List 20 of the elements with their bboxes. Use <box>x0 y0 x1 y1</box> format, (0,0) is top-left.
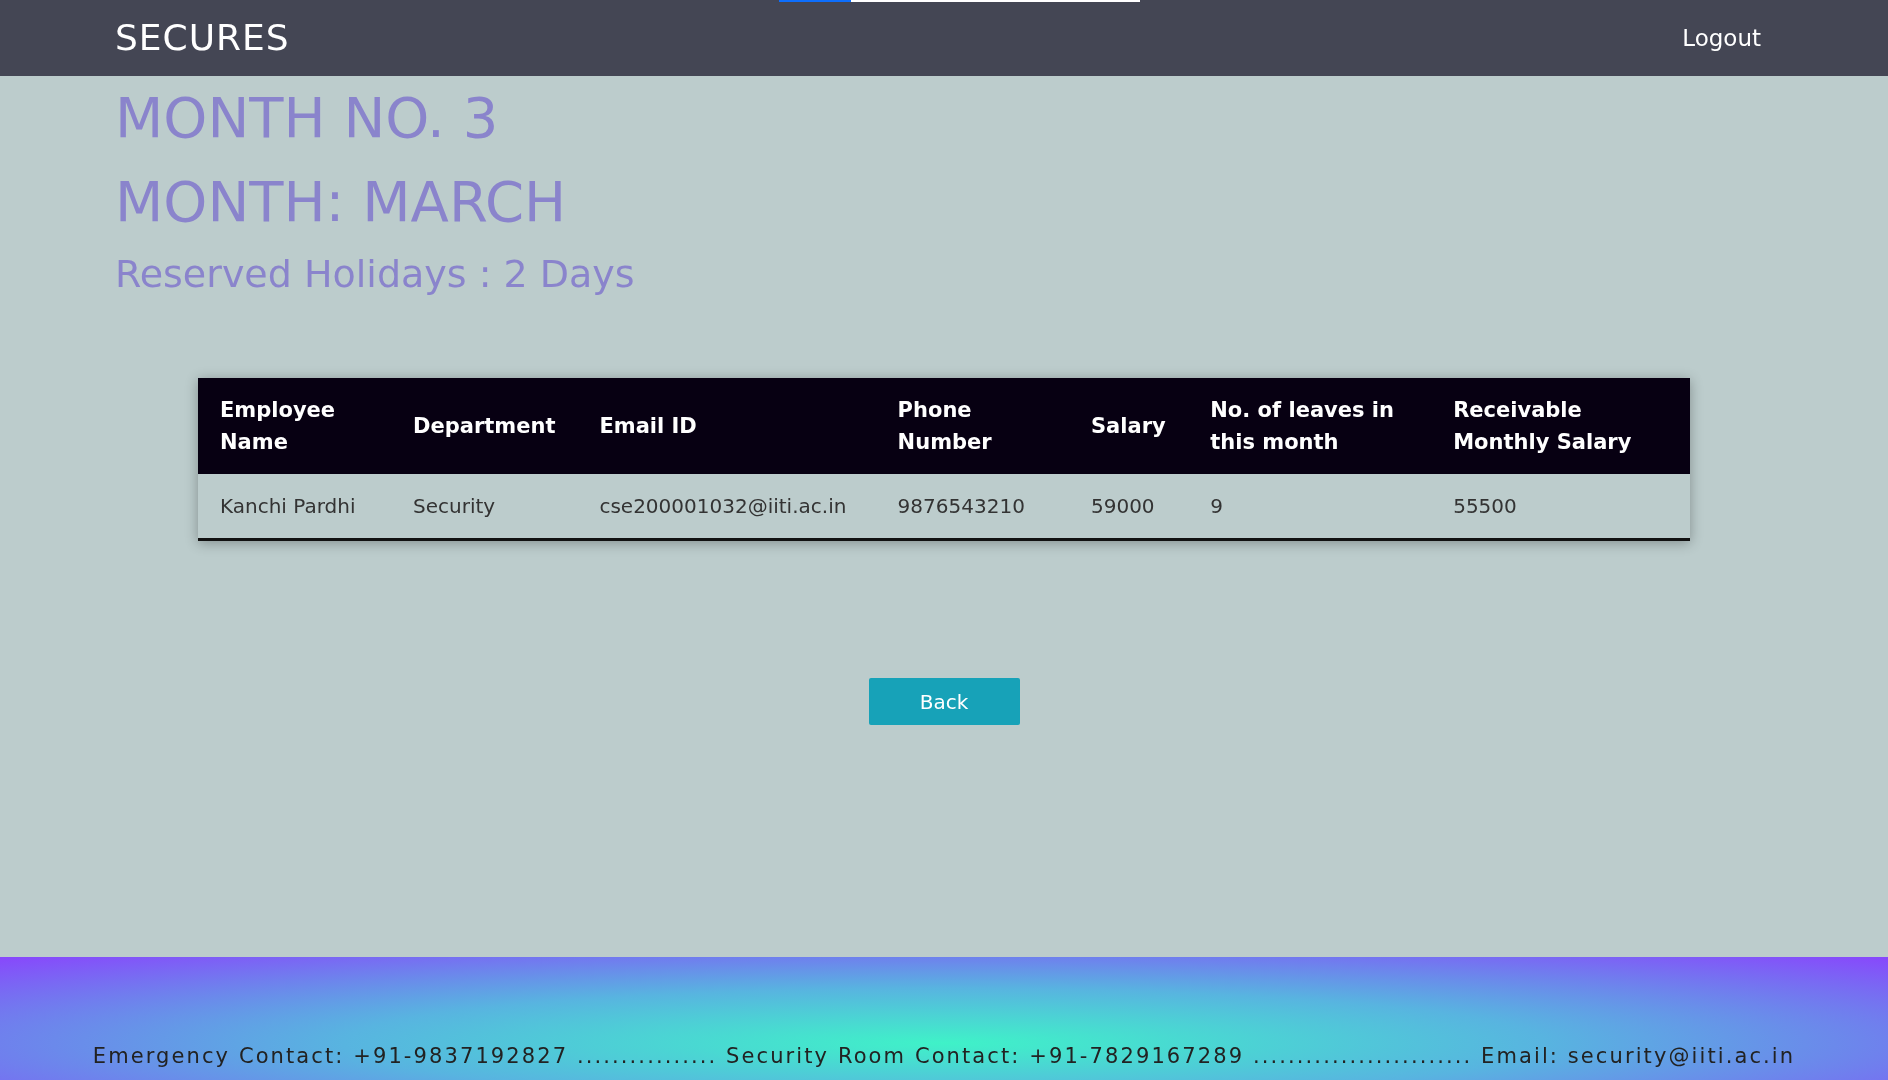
column-header: Receivable Monthly Salary <box>1431 378 1690 474</box>
table-cell: 9876543210 <box>875 474 1069 540</box>
table-cell: Security <box>391 474 578 540</box>
table-cell: 9 <box>1188 474 1432 540</box>
month-number-heading: MONTH NO. 3 <box>115 84 500 152</box>
month-heading: MONTH: MARCH <box>115 168 568 236</box>
column-header: Phone Number <box>875 378 1069 474</box>
table-cell: Kanchi Pardhi <box>198 474 392 540</box>
footer-contact-text: Emergency Contact: +91-9837192827 ................ Security Room Contact: +91-7829167289 ......................... Email: security@iiti.ac.in <box>92 1042 1796 1070</box>
column-header: Department <box>391 378 578 474</box>
column-header: Employee Name <box>198 378 392 474</box>
column-header: Salary <box>1068 378 1189 474</box>
table-cell: 55500 <box>1431 474 1690 540</box>
column-header: No. of leaves in this month <box>1188 378 1432 474</box>
logout-link[interactable]: Logout <box>1682 20 1761 56</box>
holidays-heading: Reserved Holidays : 2 Days <box>115 251 636 298</box>
brand-logo[interactable]: SECURES <box>115 11 290 65</box>
column-header: Email ID <box>577 378 876 474</box>
table-cell: 59000 <box>1068 474 1189 540</box>
table-cell: cse200001032@iiti.ac.in <box>577 474 876 540</box>
